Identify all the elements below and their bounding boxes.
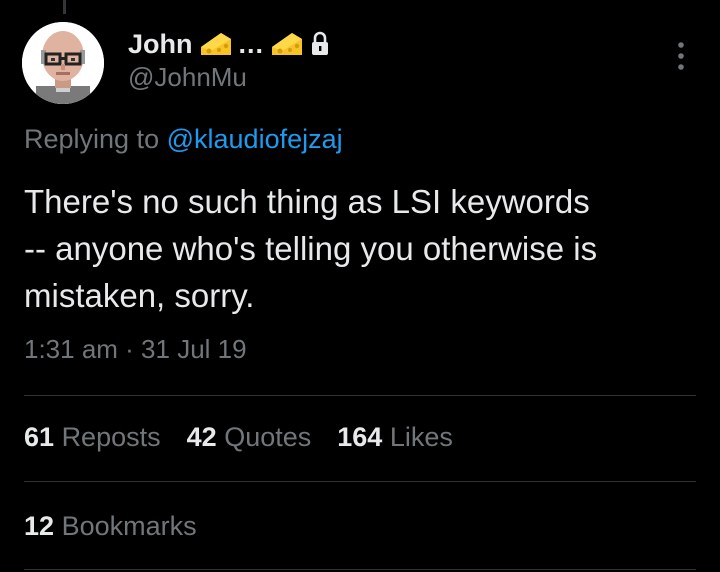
- cheese-wedge-icon: [199, 29, 233, 59]
- more-options-button[interactable]: [668, 40, 694, 74]
- name-ellipsis: ...: [238, 28, 265, 59]
- avatar-portrait-icon: [22, 22, 104, 104]
- reply-mention-link[interactable]: @klaudiofejzaj: [167, 124, 343, 154]
- quotes-stat[interactable]: 42 Quotes: [187, 422, 312, 453]
- reposts-count: 61: [24, 422, 55, 452]
- replying-to-label: Replying to: [24, 124, 160, 154]
- divider: [24, 569, 696, 570]
- cheese-wedge-icon: [270, 29, 304, 59]
- tweet-timestamp[interactable]: 1:31 am · 31 Jul 19: [24, 334, 247, 365]
- engagement-stats: 61 Reposts 42 Quotes 164 Likes: [24, 422, 479, 453]
- quotes-label: Quotes: [224, 422, 312, 452]
- author-handle[interactable]: @JohnMu: [128, 62, 247, 93]
- author-display-name[interactable]: John: [128, 29, 193, 60]
- tweet-text: There's no such thing as LSI keywords --…: [24, 183, 598, 314]
- replying-to-line: Replying to @klaudiofejzaj: [24, 124, 343, 155]
- divider: [24, 481, 696, 482]
- bookmarks-label: Bookmarks: [61, 511, 197, 541]
- author-name-row[interactable]: John ...: [128, 26, 330, 62]
- reposts-label: Reposts: [61, 422, 161, 452]
- quotes-count: 42: [186, 422, 217, 452]
- bookmarks-stat[interactable]: 12 Bookmarks: [24, 511, 197, 542]
- lock-icon: [310, 31, 330, 57]
- reposts-stat[interactable]: 61 Reposts: [24, 422, 161, 453]
- avatar[interactable]: [22, 22, 104, 104]
- thread-connector-line: [63, 0, 66, 14]
- divider: [24, 395, 696, 396]
- likes-count: 164: [337, 422, 383, 452]
- bookmarks-count: 12: [24, 511, 55, 541]
- likes-label: Likes: [389, 422, 453, 452]
- vertical-dots-icon: [678, 42, 684, 70]
- likes-stat[interactable]: 164 Likes: [337, 422, 453, 453]
